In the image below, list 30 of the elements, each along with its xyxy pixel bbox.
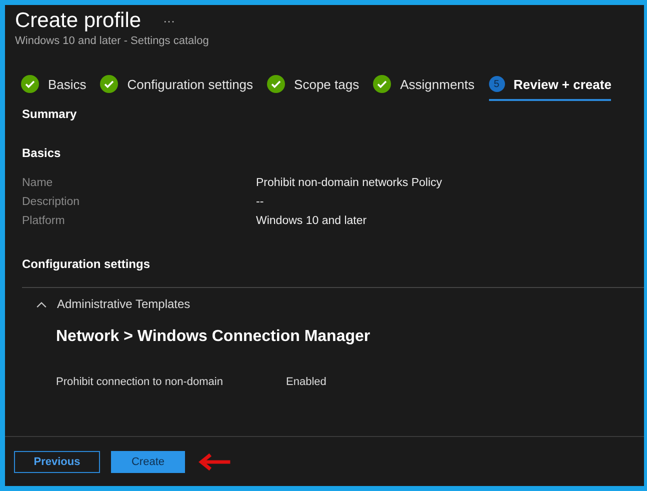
section-toggle[interactable]: Administrative Templates <box>36 288 190 311</box>
check-icon <box>267 75 286 93</box>
setting-name: Prohibit connection to non-domain <box>56 376 224 388</box>
wizard-tab[interactable]: 5 Review + create <box>488 75 612 101</box>
section-heading: Summary <box>22 107 78 121</box>
field-value: Prohibit non-domain networks Policy <box>256 177 444 189</box>
page-title: Create profile <box>15 9 142 33</box>
check-icon <box>100 75 118 93</box>
chevron-icon <box>36 300 47 308</box>
field-label: Name <box>22 177 54 189</box>
wizard-tab[interactable]: Scope tags <box>267 75 360 101</box>
step-number: 5 <box>488 76 505 92</box>
field-value: -- <box>256 196 265 208</box>
arrow-icon <box>196 452 232 472</box>
wizard-tab[interactable]: Configuration settings <box>100 75 254 101</box>
setting-value: Enabled <box>286 376 326 388</box>
field-label: Platform <box>22 215 66 227</box>
create-button[interactable]: Create <box>111 450 185 472</box>
check-icon <box>21 75 39 93</box>
more-button[interactable]: ··· <box>163 14 176 28</box>
check-icon <box>373 75 392 93</box>
page-subtitle: Windows 10 and later - Settings catalog <box>15 35 210 47</box>
section-heading: Basics <box>22 146 62 160</box>
wizard-tab[interactable]: Basics <box>21 75 86 101</box>
field-value: Windows 10 and later <box>256 215 368 227</box>
section-heading: Configuration settings <box>22 257 151 271</box>
previous-button[interactable]: Previous <box>14 450 100 472</box>
field-label: Description <box>22 196 81 208</box>
category-heading: Network > Windows Connection Manager <box>56 328 372 346</box>
wizard-tab[interactable]: Assignments <box>373 75 475 101</box>
